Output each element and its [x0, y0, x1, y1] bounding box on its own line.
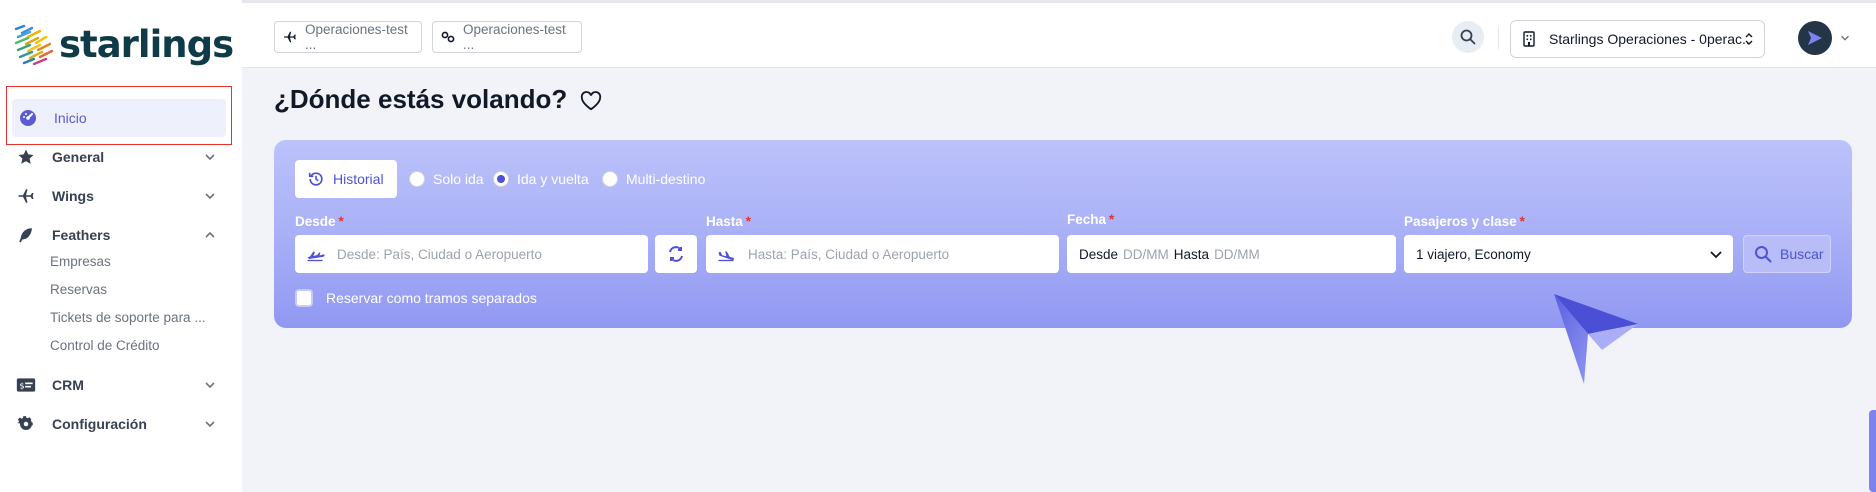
sidebar-subitem-empresas[interactable]: Empresas: [50, 254, 111, 269]
feather-icon: [16, 225, 36, 245]
chevron-up-icon: [205, 231, 215, 238]
brand-name: starlings: [59, 22, 234, 66]
sidebar-item-label: General: [52, 149, 105, 165]
sidebar-item-general[interactable]: General: [10, 139, 225, 175]
landing-icon: [716, 244, 736, 264]
gear-icon: [16, 414, 36, 434]
history-icon: [308, 172, 323, 186]
date-from-placeholder: DD/MM: [1123, 246, 1169, 262]
building-icon: [1523, 31, 1535, 47]
radio-label: Multi-destino: [626, 171, 706, 187]
passengers-class-select[interactable]: 1 viajero, Economy: [1404, 235, 1733, 273]
brand-logo[interactable]: starlings: [14, 20, 234, 68]
search-icon: [1460, 29, 1476, 45]
from-label: Desde *: [295, 214, 344, 229]
starlings-logo-icon: [14, 24, 54, 65]
takeoff-icon: [305, 244, 325, 264]
swap-icon: [669, 246, 683, 262]
sidebar-item-label: CRM: [52, 377, 84, 393]
heart-icon[interactable]: [580, 91, 602, 111]
checkbox-label: Reservar como tramos separados: [326, 290, 537, 306]
dashboard-icon: [18, 108, 38, 128]
chevron-updown-icon: [1745, 33, 1753, 45]
origin-input[interactable]: Desde: País, Ciudad o Aeropuerto: [295, 235, 648, 273]
global-search-button[interactable]: [1452, 21, 1484, 53]
paper-plane-decoration-icon: [1554, 294, 1638, 384]
svg-text:$: $: [19, 380, 24, 390]
paper-plane-icon: [1808, 31, 1822, 45]
destination-input[interactable]: Hasta: País, Ciudad o Aeropuerto: [706, 235, 1059, 273]
trip-type-round-trip[interactable]: Ida y vuelta: [493, 171, 589, 187]
history-label: Historial: [333, 171, 384, 187]
organization-select[interactable]: Starlings Operaciones - 0perac..: [1510, 20, 1765, 58]
to-label: Hasta *: [706, 214, 751, 229]
link-icon: [441, 30, 455, 44]
separate-legs-checkbox[interactable]: Reservar como tramos separados: [295, 289, 537, 307]
search-flights-button[interactable]: Buscar: [1743, 235, 1831, 273]
trip-type-multi-city[interactable]: Multi-destino: [602, 171, 705, 187]
sidebar-item-label: Wings: [52, 188, 94, 204]
sidebar-subitem-tickets[interactable]: Tickets de soporte para ...: [50, 310, 206, 325]
radio-button: [602, 171, 618, 187]
sidebar-subitem-reservas[interactable]: Reservas: [50, 282, 107, 297]
sidebar: starlings Inicio General Wings Feathers …: [0, 0, 242, 492]
checkbox: [295, 289, 313, 307]
chevron-down-icon: [205, 154, 215, 161]
date-to-placeholder: DD/MM: [1214, 246, 1260, 262]
search-button-label: Buscar: [1780, 246, 1824, 262]
chevron-down-icon: [1710, 251, 1722, 259]
date-range-input[interactable]: Desde DD/MM Hasta DD/MM: [1067, 235, 1396, 273]
organization-name: Starlings Operaciones - 0perac..: [1549, 31, 1750, 47]
top-bar: Operaciones-test ... Operaciones-test ..…: [242, 0, 1876, 68]
side-drawer-handle[interactable]: [1869, 410, 1876, 492]
sidebar-item-label: Configuración: [52, 416, 147, 432]
open-tab-2[interactable]: Operaciones-test ...: [432, 21, 582, 53]
sidebar-item-inicio[interactable]: Inicio: [12, 99, 226, 137]
chevron-down-icon: [205, 382, 215, 389]
required-mark: *: [1519, 214, 1525, 229]
destination-placeholder: Hasta: País, Ciudad o Aeropuerto: [748, 246, 950, 262]
required-mark: *: [338, 214, 344, 229]
open-tab-1[interactable]: Operaciones-test ...: [274, 21, 422, 53]
origin-placeholder: Desde: País, Ciudad o Aeropuerto: [337, 246, 542, 262]
tab-label: Operaciones-test ...: [463, 22, 566, 52]
radio-label: Ida y vuelta: [517, 171, 589, 187]
radio-button: [493, 171, 509, 187]
date-to-word: Hasta: [1173, 246, 1210, 262]
divider: [1498, 27, 1499, 49]
star-icon: [16, 147, 36, 167]
chevron-down-icon[interactable]: [1839, 32, 1851, 44]
plane-icon: [16, 186, 36, 206]
page-title: ¿Dónde estás volando?: [274, 84, 568, 114]
sidebar-item-crm[interactable]: $ CRM: [10, 367, 225, 403]
radio-button: [409, 171, 425, 187]
chevron-down-icon: [205, 421, 215, 428]
radio-label: Solo ida: [433, 171, 484, 187]
search-icon: [1755, 246, 1772, 263]
trip-type-one-way[interactable]: Solo ida: [409, 171, 484, 187]
tab-label: Operaciones-test ...: [305, 22, 408, 52]
sidebar-item-configuracion[interactable]: Configuración: [10, 406, 225, 442]
plane-icon: [283, 30, 297, 44]
sidebar-item-label: Inicio: [54, 110, 87, 126]
date-label: Fecha *: [1067, 212, 1114, 227]
passengers-value: 1 viajero, Economy: [1416, 246, 1531, 262]
passengers-label: Pasajeros y clase *: [1404, 214, 1525, 229]
id-card-icon: $: [16, 375, 36, 395]
swap-route-button[interactable]: [655, 235, 697, 273]
sidebar-subitem-control-credito[interactable]: Control de Crédito: [50, 338, 160, 353]
from-label-text: Desde: [295, 214, 336, 229]
date-from-word: Desde: [1079, 246, 1119, 262]
sidebar-item-wings[interactable]: Wings: [10, 178, 225, 214]
to-label-text: Hasta: [706, 214, 743, 229]
history-button[interactable]: Historial: [295, 160, 397, 198]
required-mark: *: [1109, 212, 1115, 227]
required-mark: *: [745, 214, 752, 229]
sidebar-item-label: Feathers: [52, 227, 111, 243]
user-avatar[interactable]: [1798, 21, 1832, 55]
passengers-label-text: Pasajeros y clase: [1404, 214, 1517, 229]
chevron-down-icon: [205, 193, 215, 200]
sidebar-item-feathers[interactable]: Feathers: [10, 217, 225, 253]
date-label-text: Fecha: [1067, 212, 1107, 227]
